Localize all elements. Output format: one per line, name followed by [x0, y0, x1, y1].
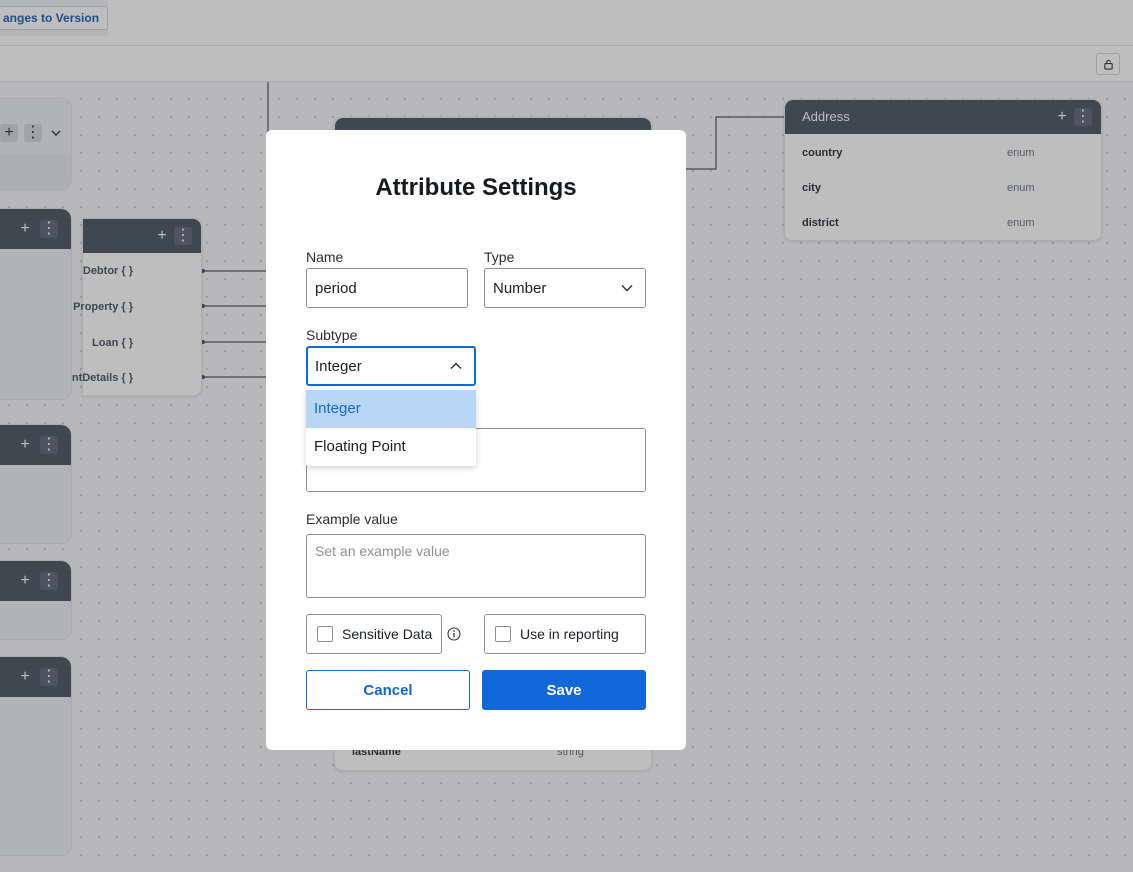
- info-icon[interactable]: [447, 627, 461, 641]
- subtype-label: Subtype: [306, 327, 358, 343]
- subtype-dropdown: Integer Floating Point: [306, 390, 476, 466]
- chevron-down-icon: [621, 284, 633, 292]
- subtype-select[interactable]: Integer: [306, 346, 476, 386]
- sensitive-data-label: Sensitive Data: [342, 626, 433, 642]
- type-label: Type: [484, 249, 515, 265]
- example-value-label: Example value: [306, 511, 398, 527]
- example-value-textarea[interactable]: Set an example value: [306, 534, 646, 598]
- checkbox-box[interactable]: [317, 626, 333, 642]
- subtype-option-integer[interactable]: Integer: [306, 390, 476, 428]
- type-select-value: Number: [493, 279, 547, 297]
- subtype-option-floating-point[interactable]: Floating Point: [306, 428, 476, 466]
- name-input[interactable]: period: [306, 268, 468, 308]
- save-button[interactable]: Save: [482, 670, 646, 710]
- use-in-reporting-label: Use in reporting: [520, 626, 619, 642]
- modal-title: Attribute Settings: [375, 174, 577, 201]
- cancel-button[interactable]: Cancel: [306, 670, 470, 710]
- sensitive-data-checkbox[interactable]: Sensitive Data: [306, 614, 442, 654]
- type-select[interactable]: Number: [484, 268, 646, 308]
- use-in-reporting-checkbox[interactable]: Use in reporting: [484, 614, 646, 654]
- checkbox-box[interactable]: [495, 626, 511, 642]
- subtype-select-value: Integer: [315, 357, 362, 375]
- chevron-up-icon: [450, 362, 462, 370]
- name-label: Name: [306, 249, 344, 265]
